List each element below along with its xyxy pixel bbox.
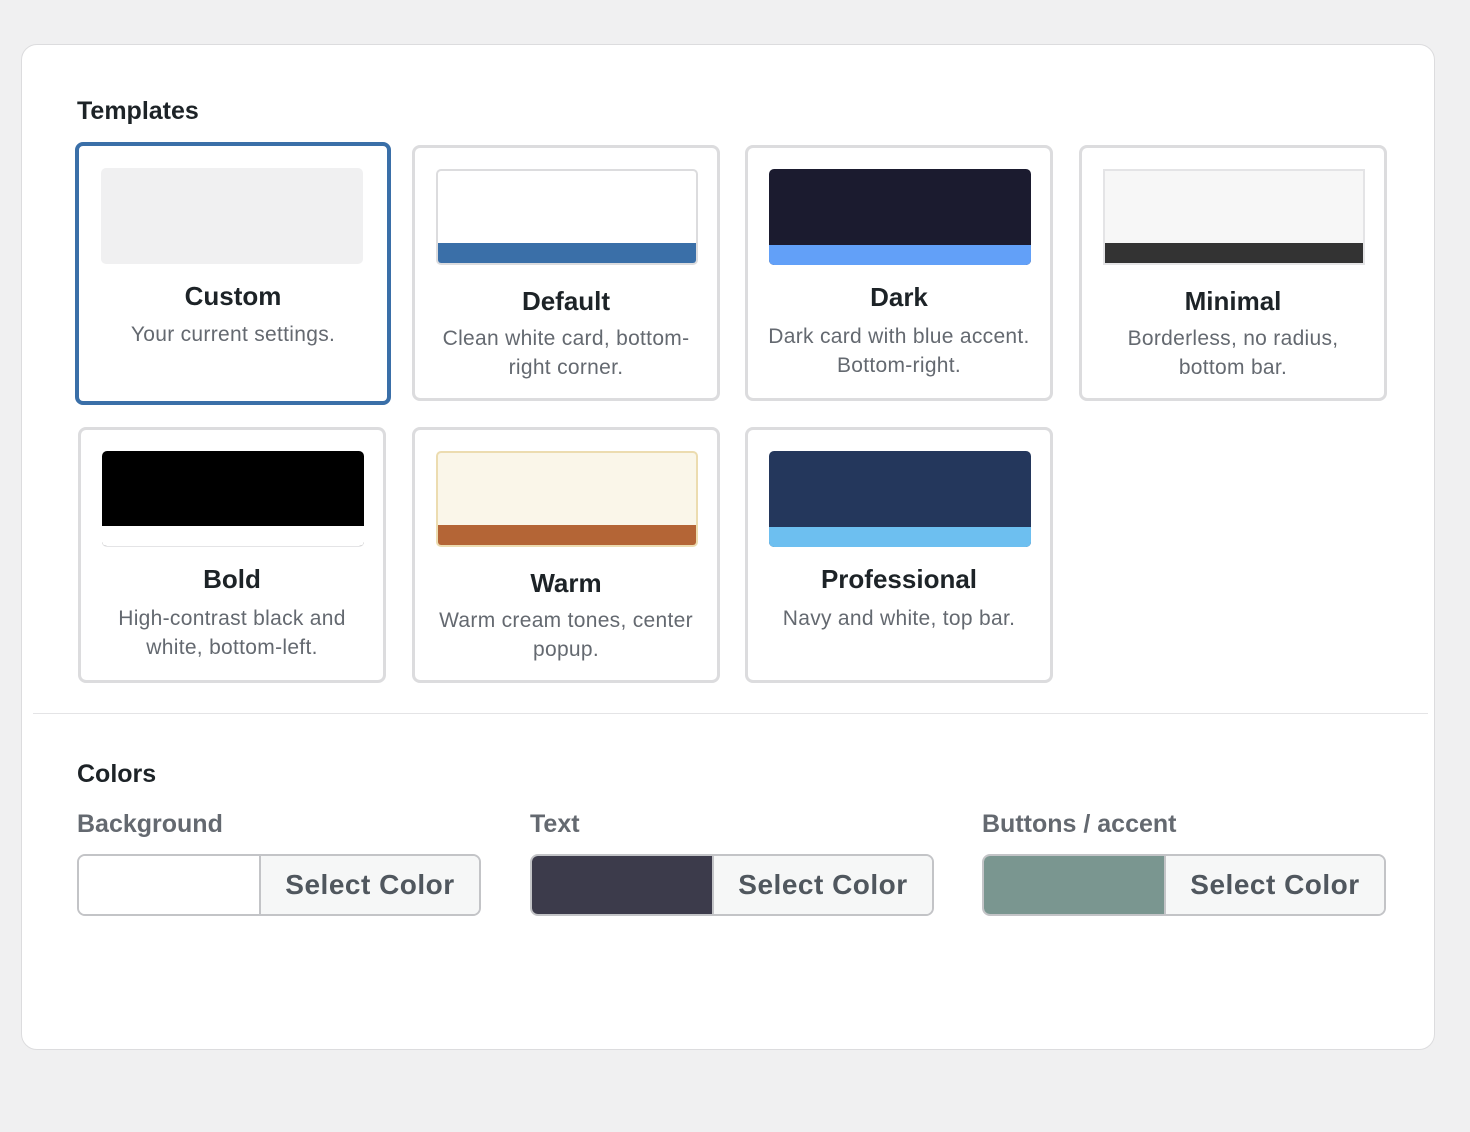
template-swatch (102, 451, 364, 547)
template-card-dark[interactable]: Dark Dark card with blue accent. Bottom-… (745, 145, 1053, 401)
template-description: Borderless, no radius, bottom bar. (1127, 327, 1339, 379)
template-description: High-contrast black and white, bottom-le… (118, 607, 346, 659)
template-card-default[interactable]: Default Clean white card, bottom-right c… (412, 145, 720, 401)
template-name: Bold (203, 564, 261, 594)
template-name: Warm (530, 568, 602, 598)
accent-color-field: Buttons / accent Select Color (982, 810, 1387, 916)
template-description: Dark card with blue accent. Bottom-right… (768, 325, 1030, 377)
background-color-label: Background (77, 810, 223, 838)
accent-color-label: Buttons / accent (982, 810, 1177, 838)
section-divider (33, 713, 1428, 714)
text-color-field: Text Select Color (530, 810, 935, 916)
template-description: Clean white card, bottom-right corner. (442, 327, 690, 379)
text-color-picker[interactable]: Select Color (530, 854, 934, 916)
template-card-custom[interactable]: Custom Your current settings. (75, 142, 391, 405)
accent-color-picker[interactable]: Select Color (982, 854, 1386, 916)
template-swatch-bar (769, 245, 1031, 265)
template-name: Dark (870, 282, 928, 312)
template-swatch-bar (102, 526, 364, 546)
template-swatch-bar (438, 525, 696, 545)
template-card-warm[interactable]: Warm Warm cream tones, center popup. (412, 427, 720, 683)
template-name: Default (521, 286, 611, 316)
text-color-label: Text (530, 810, 580, 838)
template-swatch (436, 451, 698, 547)
template-swatch-bar (1105, 243, 1363, 263)
colors-heading: Colors (77, 760, 157, 788)
template-name: Custom (184, 281, 282, 311)
template-description: Warm cream tones, center popup. (439, 609, 693, 661)
template-description: Navy and white, top bar. (782, 607, 1016, 630)
template-card-professional[interactable]: Professional Navy and white, top bar. (745, 427, 1053, 683)
background-color-preview[interactable] (79, 856, 261, 914)
accent-color-preview[interactable] (984, 856, 1166, 914)
template-swatch-bar (438, 243, 696, 263)
background-color-field: Background Select Color (77, 810, 482, 916)
background-color-picker[interactable]: Select Color (77, 854, 481, 916)
template-swatch-bar (769, 527, 1031, 547)
template-swatch (101, 168, 363, 264)
background-select-color-button[interactable]: Select Color (261, 856, 479, 914)
template-swatch (769, 451, 1031, 547)
text-select-color-button[interactable]: Select Color (714, 856, 932, 914)
template-card-minimal[interactable]: Minimal Borderless, no radius, bottom ba… (1079, 145, 1387, 401)
template-name: Minimal (1184, 286, 1282, 316)
template-grid: Custom Your current settings. Default Cl… (75, 142, 1395, 687)
settings-panel: Templates Custom Your current settings. … (21, 44, 1435, 1050)
template-name: Professional (820, 564, 978, 594)
template-card-bold[interactable]: Bold High-contrast black and white, bott… (78, 427, 386, 683)
templates-heading: Templates (77, 97, 199, 125)
template-description: Your current settings. (130, 323, 336, 346)
template-swatch (769, 169, 1031, 265)
text-color-preview[interactable] (532, 856, 714, 914)
template-swatch (436, 169, 698, 265)
accent-select-color-button[interactable]: Select Color (1166, 856, 1384, 914)
template-swatch (1103, 169, 1365, 265)
